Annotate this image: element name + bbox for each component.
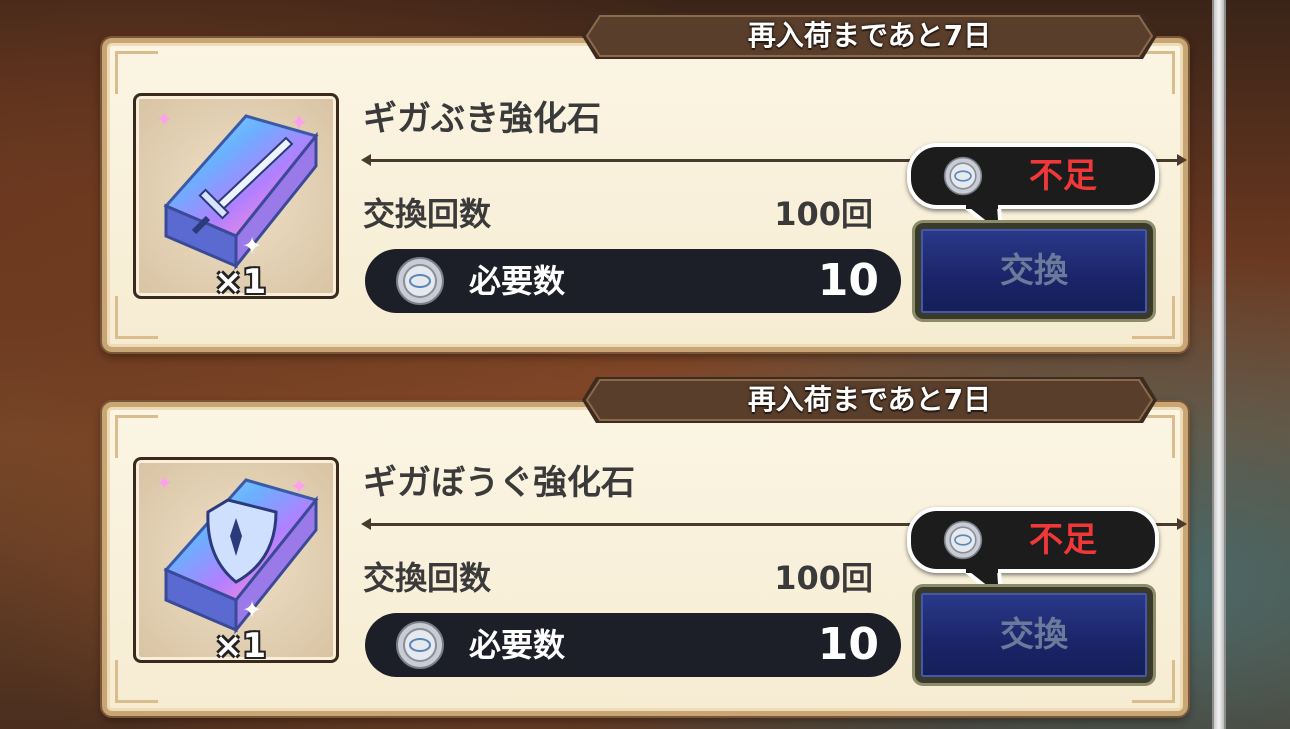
- restock-banner: 再入荷まであと7日: [582, 377, 1157, 423]
- exchange-count-label: 交換回数: [363, 559, 492, 597]
- svg-text:✦: ✦: [290, 111, 308, 136]
- corner-ornament: [115, 51, 158, 94]
- svg-text:✦: ✦: [290, 475, 308, 500]
- item-thumbnail[interactable]: ✦ ✦ ✦ ×1: [133, 457, 339, 663]
- item-name: ギガぶき強化石: [363, 99, 601, 139]
- exchange-button[interactable]: 交換: [915, 223, 1153, 319]
- exchange-count-label: 交換回数: [363, 195, 492, 233]
- exchange-button[interactable]: 交換: [915, 587, 1153, 683]
- exchange-count-value: 100回: [774, 559, 873, 597]
- restock-banner: 再入荷まであと7日: [582, 13, 1157, 59]
- cost-pill: 必要数 10: [365, 249, 901, 313]
- svg-text:✦: ✦: [156, 107, 173, 131]
- item-name: ギガぼうぐ強化石: [363, 463, 635, 503]
- cost-pill: 必要数 10: [365, 613, 901, 677]
- svg-text:✦: ✦: [242, 596, 262, 624]
- corner-ornament: [115, 660, 158, 703]
- scrollbar[interactable]: [1212, 0, 1226, 729]
- shortage-text: 不足: [1029, 520, 1097, 560]
- medal-icon: [943, 156, 983, 196]
- required-value: 10: [817, 255, 879, 306]
- shortage-text: 不足: [1029, 156, 1097, 196]
- offer-card: 再入荷まであと7日 ✦ ✦ ✦ ×1 ギガぶき強化石 交換回数 100回 必要数…: [102, 13, 1188, 352]
- offer-card: 再入荷まであと7日 ✦ ✦ ✦ ×1 ギガぼうぐ強化石 交換回数 100回 必要…: [102, 377, 1188, 716]
- medal-icon: [396, 621, 444, 669]
- svg-text:✦: ✦: [156, 471, 173, 495]
- svg-text:✦: ✦: [242, 232, 262, 260]
- item-thumbnail[interactable]: ✦ ✦ ✦ ×1: [133, 93, 339, 299]
- required-value: 10: [817, 619, 879, 670]
- required-label: 必要数: [469, 626, 566, 664]
- medal-icon: [943, 520, 983, 560]
- shortage-bubble: 不足: [907, 143, 1159, 237]
- item-quantity: ×1: [214, 262, 267, 299]
- corner-ornament: [115, 415, 158, 458]
- item-quantity: ×1: [214, 626, 267, 663]
- shortage-bubble: 不足: [907, 507, 1159, 601]
- restock-text: 再入荷まであと7日: [747, 19, 992, 52]
- medal-icon: [396, 257, 444, 305]
- required-label: 必要数: [469, 262, 566, 300]
- exchange-count-value: 100回: [774, 195, 873, 233]
- corner-ornament: [115, 296, 158, 339]
- restock-text: 再入荷まであと7日: [747, 383, 992, 416]
